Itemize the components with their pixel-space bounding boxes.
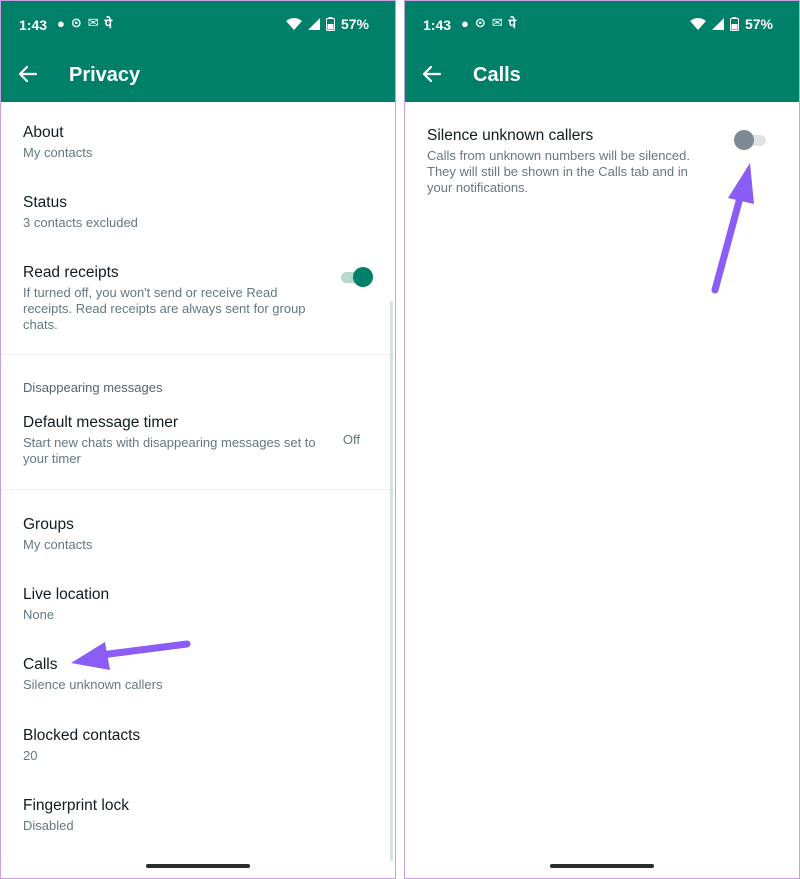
privacy-screen: 1:43 ● ⊙ ✉ पे 57% Privacy About My conta… xyxy=(0,0,396,879)
annotation-arrow-icon xyxy=(71,640,191,670)
calls-screen: 1:43 ● ⊙ ✉ पे 57% Calls Silence unknown … xyxy=(404,0,800,879)
annotation-arrow-icon xyxy=(711,163,754,294)
